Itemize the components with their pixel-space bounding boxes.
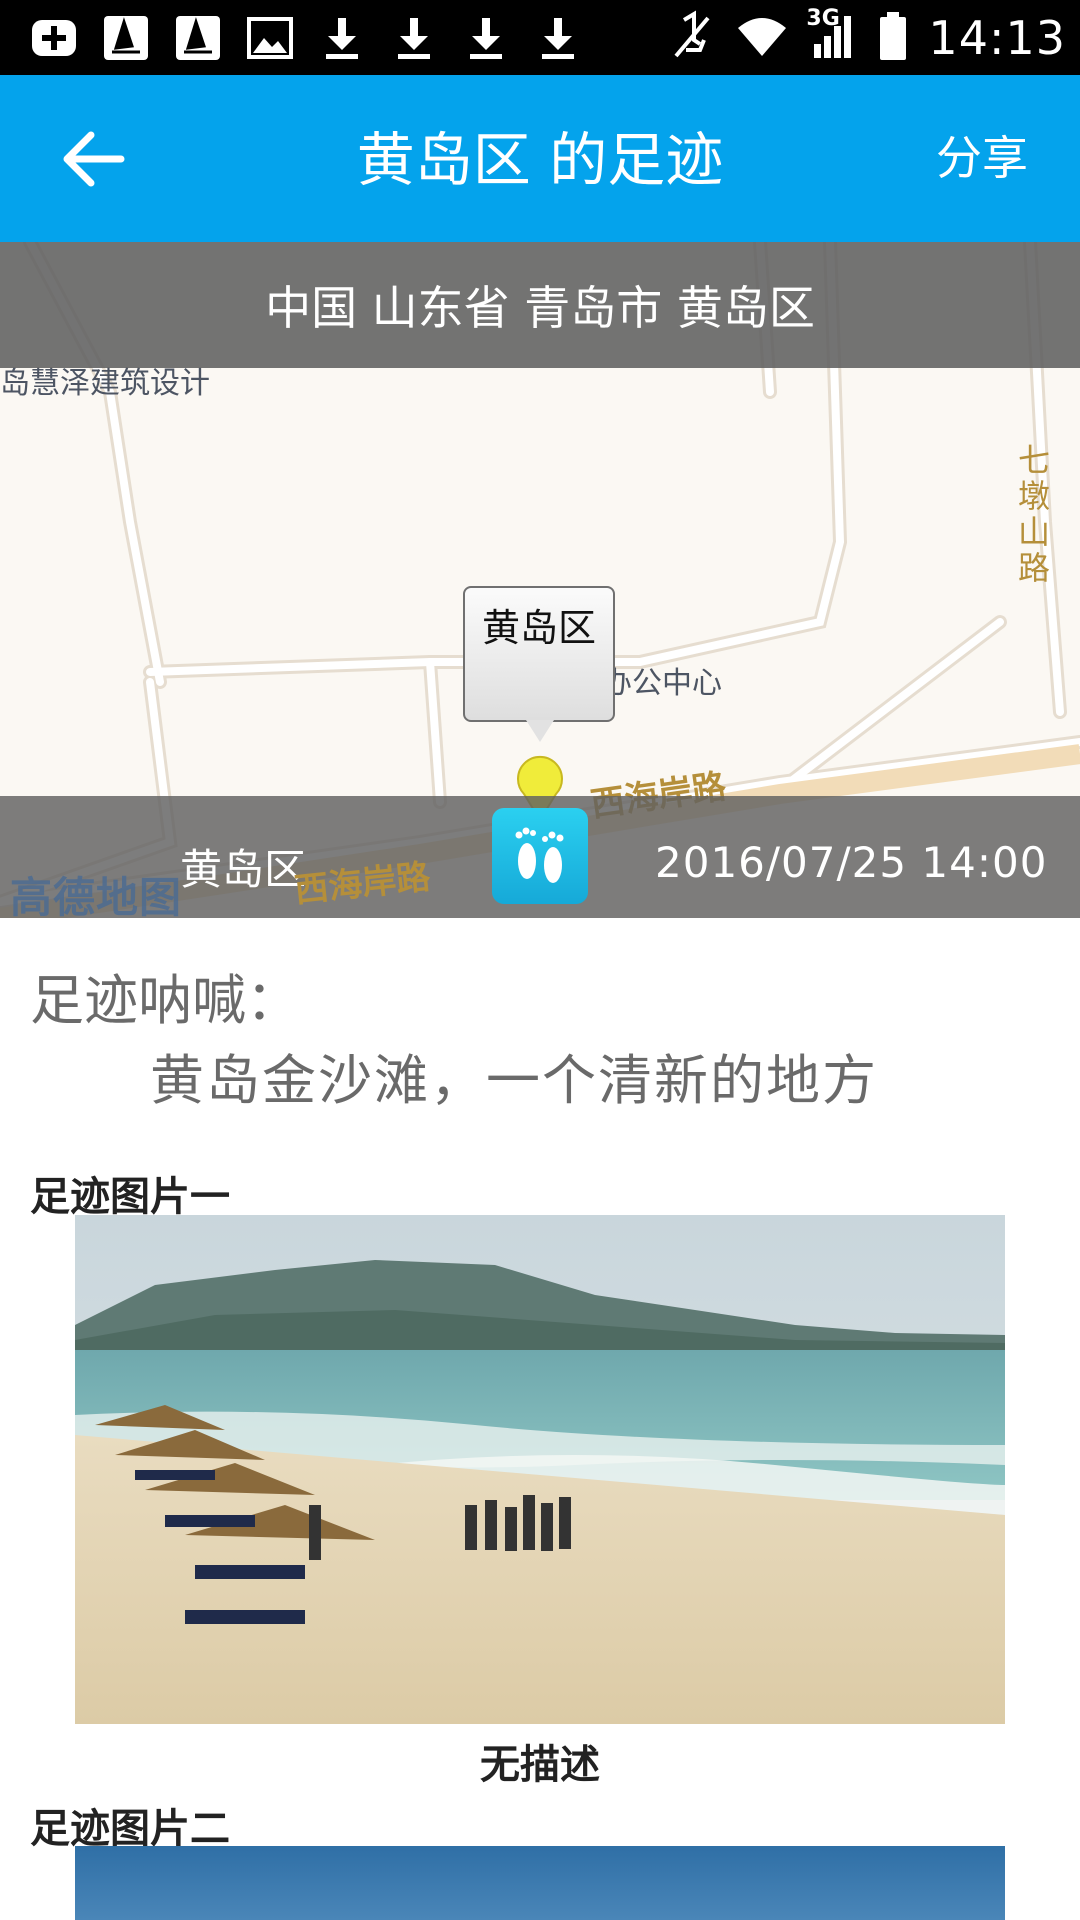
battery-icon bbox=[878, 10, 908, 66]
shout-label: 足迹呐喊： bbox=[30, 969, 300, 1032]
windsurf-icon bbox=[98, 10, 154, 66]
signal-icon: 3G bbox=[806, 6, 858, 64]
photo-1-label: 足迹图片一 bbox=[30, 1174, 230, 1220]
share-button[interactable]: 分享 bbox=[936, 130, 1028, 186]
map-view[interactable]: 岛慧泽建筑设计 七墩山路 西部机关办公中心 🛒 西海岸路 中国 山东省 青岛市 … bbox=[0, 242, 1080, 918]
marker-callout[interactable]: 黄岛区 bbox=[463, 586, 615, 722]
image-icon bbox=[242, 10, 298, 66]
photo-2[interactable] bbox=[75, 1846, 1005, 1920]
map-road-label: 七墩山路 bbox=[1018, 441, 1051, 587]
shout-text: 黄岛金沙滩，一个清新的地方 bbox=[150, 1049, 878, 1112]
callout-pointer bbox=[526, 720, 554, 742]
footprint-place: 黄岛区 bbox=[180, 845, 307, 894]
map-provider-logo: 高德地图 bbox=[10, 873, 183, 918]
download-icon bbox=[386, 10, 442, 66]
footprint-datetime: 2016/07/25 14:00 bbox=[655, 838, 1048, 887]
photo-1[interactable] bbox=[75, 1215, 1005, 1724]
wifi-icon bbox=[734, 12, 790, 64]
beach-photo bbox=[75, 1215, 1005, 1724]
address-banner: 中国 山东省 青岛市 黄岛区 bbox=[0, 242, 1080, 368]
mute-icon bbox=[670, 10, 714, 66]
title-bar: 黄岛区 的足迹 分享 bbox=[0, 75, 1080, 242]
download-icon bbox=[530, 10, 586, 66]
clock: 14:13 bbox=[928, 11, 1066, 65]
photo-1-caption: 无描述 bbox=[480, 1742, 600, 1788]
download-icon bbox=[458, 10, 514, 66]
system-icons: 3G 14:13 bbox=[670, 6, 1066, 68]
notification-icons bbox=[26, 10, 586, 66]
add-icon bbox=[26, 10, 82, 66]
windsurf-icon bbox=[170, 10, 226, 66]
network-type: 3G bbox=[806, 6, 840, 31]
page-title: 黄岛区 的足迹 bbox=[356, 126, 724, 194]
footprint-app-icon bbox=[492, 808, 588, 904]
status-bar: 3G 14:13 bbox=[0, 0, 1080, 75]
download-icon bbox=[314, 10, 370, 66]
